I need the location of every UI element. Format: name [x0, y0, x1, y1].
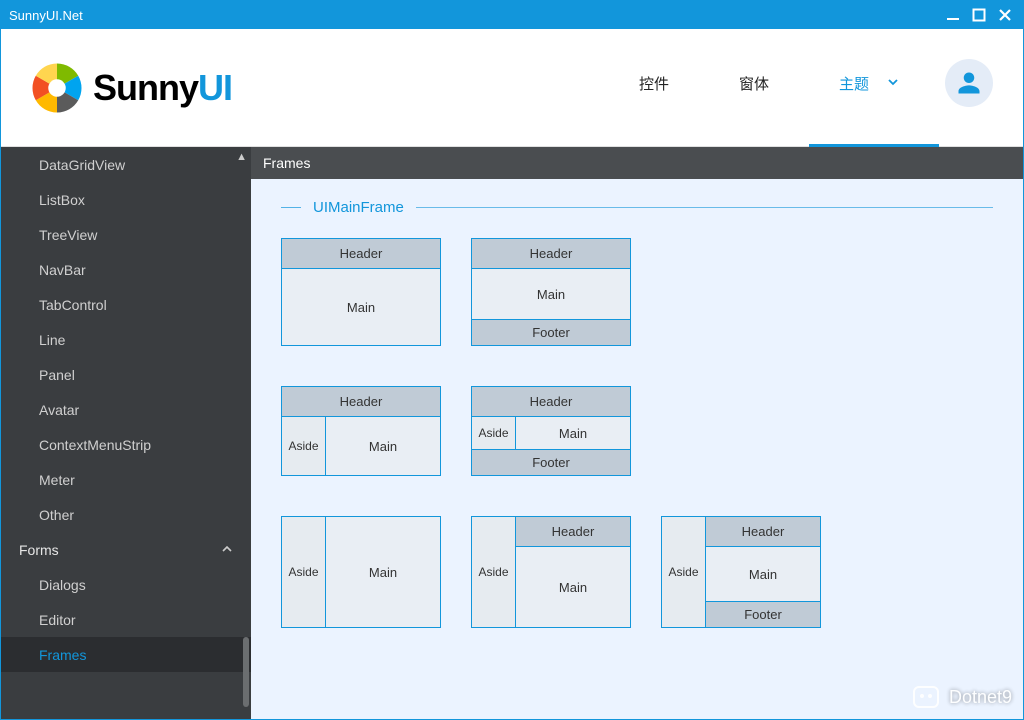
frame-aside: Aside	[472, 417, 516, 449]
frame-main: Main	[472, 269, 630, 319]
frame-aside: Aside	[282, 417, 326, 475]
chevron-down-icon	[887, 75, 899, 92]
nav-tab-controls[interactable]: 控件	[629, 29, 679, 146]
sidebar-item-label: DataGridView	[39, 157, 125, 173]
sidebar-item[interactable]: Frames	[1, 637, 251, 672]
frame-footer: Footer	[472, 449, 630, 475]
sidebar-category[interactable]: Forms	[1, 532, 251, 567]
sidebar-item-label: Line	[39, 332, 65, 348]
nav-tab-theme[interactable]: 主题	[829, 29, 909, 146]
frame-header: Header	[472, 239, 630, 269]
sidebar-item-label: Panel	[39, 367, 75, 383]
sidebar-item-label: TabControl	[39, 297, 107, 313]
sidebar-item-label: Meter	[39, 472, 75, 488]
frame-aside: Aside	[662, 517, 706, 627]
sidebar-item-label: NavBar	[39, 262, 86, 278]
frame-header: Header	[516, 517, 630, 547]
frame-preview[interactable]: HeaderAsideMainFooter	[471, 386, 631, 476]
frame-preview[interactable]: AsideHeaderMain	[471, 516, 631, 628]
frame-header: Header	[706, 517, 820, 547]
content-title-text: Frames	[263, 155, 310, 171]
sidebar-item[interactable]: Dialogs	[1, 567, 251, 602]
frame-main: Main	[326, 417, 440, 475]
sidebar-item-label: TreeView	[39, 227, 97, 243]
sidebar-item[interactable]: TabControl	[1, 287, 251, 322]
sidebar-scrollbar[interactable]	[243, 637, 249, 707]
frames-row: AsideMainAsideHeaderMainAsideHeaderMainF…	[281, 516, 993, 628]
sidebar-item[interactable]: TreeView	[1, 217, 251, 252]
group-title: UIMainFrame	[281, 199, 993, 216]
frame-header: Header	[282, 387, 440, 417]
sidebar-item[interactable]: Editor	[1, 602, 251, 637]
sidebar: ▲ DataGridView ListBox TreeView NavBar TabCo…	[1, 147, 251, 719]
window-title: SunnyUI.Net	[9, 8, 83, 23]
chevron-up-icon	[221, 542, 233, 558]
frame-aside: Aside	[472, 517, 516, 627]
sidebar-item[interactable]: Line	[1, 322, 251, 357]
frame-main: Main	[516, 547, 630, 627]
sidebar-item[interactable]: Avatar	[1, 392, 251, 427]
sidebar-item-label: Frames	[39, 647, 86, 663]
maximize-button[interactable]	[969, 5, 989, 25]
sidebar-item-label: Other	[39, 507, 74, 523]
sidebar-item-label: Editor	[39, 612, 76, 628]
sidebar-item-label: Avatar	[39, 402, 79, 418]
frame-main: Main	[706, 547, 820, 601]
frame-preview[interactable]: HeaderAsideMain	[281, 386, 441, 476]
brand-part2: UI	[198, 67, 232, 108]
frame-header: Header	[282, 239, 440, 269]
header: SunnyUI 控件 窗体 主题	[1, 29, 1023, 147]
logo-icon	[29, 60, 85, 116]
frame-aside: Aside	[282, 517, 326, 627]
titlebar[interactable]: SunnyUI.Net	[1, 1, 1023, 29]
frame-main: Main	[282, 269, 440, 345]
scroll-up-icon[interactable]: ▲	[236, 151, 247, 163]
body: ▲ DataGridView ListBox TreeView NavBar TabCo…	[1, 147, 1023, 719]
frame-preview[interactable]: HeaderMain	[281, 238, 441, 346]
sidebar-item[interactable]: ListBox	[1, 182, 251, 217]
brand-text: SunnyUI	[93, 67, 232, 109]
brand-part1: Sunny	[93, 67, 198, 108]
app-window: SunnyUI.Net SunnyUI	[0, 0, 1024, 720]
sidebar-item[interactable]: Panel	[1, 357, 251, 392]
frame-main: Main	[516, 417, 630, 449]
frame-preview[interactable]: HeaderMainFooter	[471, 238, 631, 346]
minimize-button[interactable]	[943, 5, 963, 25]
sidebar-item[interactable]: NavBar	[1, 252, 251, 287]
sidebar-item[interactable]: Meter	[1, 462, 251, 497]
sidebar-item-label: Forms	[19, 542, 59, 558]
sidebar-item[interactable]: DataGridView	[1, 147, 251, 182]
close-button[interactable]	[995, 5, 1015, 25]
content: Frames UIMainFrame HeaderMainHeaderMainF…	[251, 147, 1023, 719]
frames-row: HeaderMainHeaderMainFooter	[281, 238, 993, 346]
logo: SunnyUI	[29, 60, 232, 116]
user-icon	[955, 69, 983, 97]
nav-tabs: 控件 窗体 主题	[629, 29, 909, 146]
nav-tab-label: 窗体	[739, 73, 769, 94]
avatar[interactable]	[945, 59, 993, 107]
group-title-text: UIMainFrame	[301, 199, 416, 216]
nav-tab-label: 主题	[839, 73, 869, 94]
frames-row: HeaderAsideMainHeaderAsideMainFooter	[281, 386, 993, 476]
frame-header: Header	[472, 387, 630, 417]
sidebar-item[interactable]: ContextMenuStrip	[1, 427, 251, 462]
sidebar-item[interactable]: Other	[1, 497, 251, 532]
content-body: UIMainFrame HeaderMainHeaderMainFooterHe…	[251, 179, 1023, 719]
frame-preview[interactable]: AsideHeaderMainFooter	[661, 516, 821, 628]
nav-tab-label: 控件	[639, 73, 669, 94]
frame-footer: Footer	[706, 601, 820, 627]
nav-tab-forms[interactable]: 窗体	[729, 29, 779, 146]
frames-grid: HeaderMainHeaderMainFooterHeaderAsideMai…	[281, 238, 993, 628]
sidebar-item-label: ListBox	[39, 192, 85, 208]
sidebar-item-label: Dialogs	[39, 577, 86, 593]
frame-main: Main	[326, 517, 440, 627]
sidebar-item-label: ContextMenuStrip	[39, 437, 151, 453]
frame-preview[interactable]: AsideMain	[281, 516, 441, 628]
content-title: Frames	[251, 147, 1023, 179]
frame-footer: Footer	[472, 319, 630, 345]
